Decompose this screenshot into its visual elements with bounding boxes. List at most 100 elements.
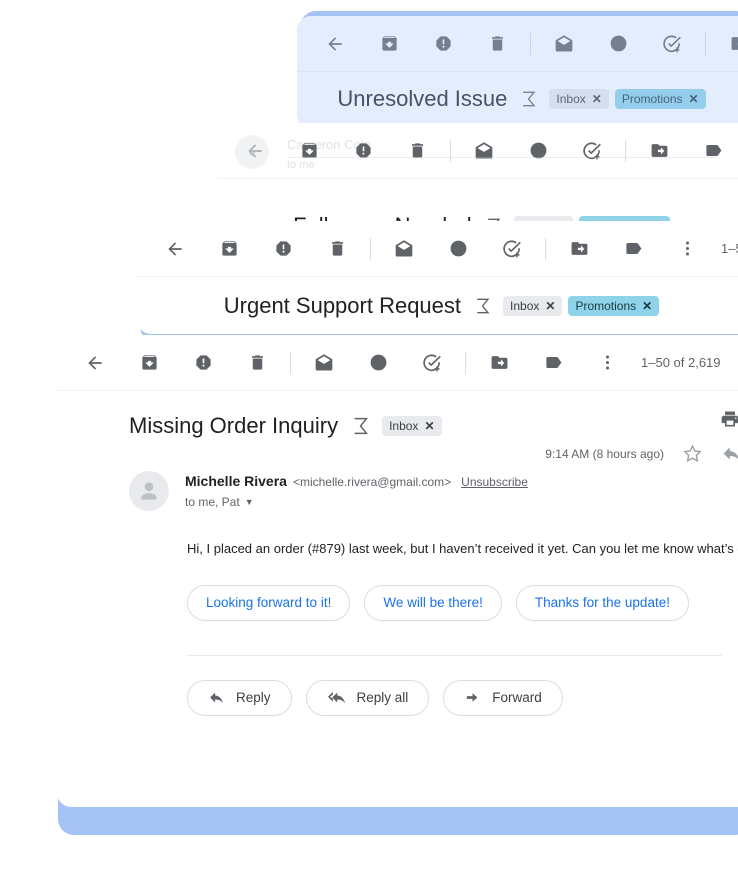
smart-reply-group: Looking forward to it! We will be there!…	[57, 559, 738, 621]
toolbar-divider	[530, 32, 531, 55]
chip-remove-icon[interactable]: ✕	[545, 299, 555, 313]
star-outline-icon[interactable]	[682, 443, 703, 464]
label-chip-inbox[interactable]: Inbox ✕	[549, 89, 609, 109]
unsubscribe-link[interactable]: Unsubscribe	[461, 475, 528, 489]
back-arrow-icon[interactable]	[155, 229, 195, 269]
ghost-divider	[287, 157, 717, 158]
forward-icon	[464, 689, 481, 706]
page-title: Urgent Support Request	[223, 293, 462, 318]
add-to-tasks-icon[interactable]	[652, 24, 692, 64]
snooze-icon[interactable]	[438, 229, 478, 269]
add-to-tasks-icon[interactable]	[492, 229, 532, 269]
toolbar: 1–50 of	[137, 221, 738, 277]
print-icon[interactable]	[720, 409, 738, 434]
reply-icon	[208, 689, 225, 706]
report-spam-icon[interactable]	[183, 343, 223, 383]
sigma-icon	[473, 296, 493, 316]
reply-all-button-label: Reply all	[356, 690, 409, 705]
subject-row: Urgent Support Request Inbox ✕ Promotion…	[137, 277, 738, 319]
label-chip-inbox[interactable]: Inbox ✕	[503, 296, 563, 316]
toolbar: 1–50 of 2,619	[57, 335, 738, 391]
chip-remove-icon[interactable]: ✕	[424, 419, 434, 433]
sender-email: <michelle.rivera@gmail.com>	[292, 475, 452, 489]
toolbar-divider	[705, 32, 706, 55]
forward-button[interactable]: Forward	[443, 679, 563, 716]
mark-unread-icon[interactable]	[544, 24, 584, 64]
email-card-missing-order-inquiry[interactable]: 1–50 of 2,619 Missing Order Inquiry Inbo…	[57, 335, 738, 807]
move-to-icon[interactable]	[719, 24, 738, 64]
back-arrow-icon[interactable]	[315, 24, 355, 64]
snooze-icon[interactable]	[518, 131, 558, 171]
snooze-icon[interactable]	[598, 24, 638, 64]
archive-icon[interactable]	[289, 131, 329, 171]
add-to-tasks-icon[interactable]	[412, 343, 452, 383]
report-spam-icon[interactable]	[423, 24, 463, 64]
add-to-tasks-icon[interactable]	[572, 131, 612, 171]
avatar	[129, 471, 169, 511]
archive-icon[interactable]	[209, 229, 249, 269]
previous-page-icon[interactable]	[735, 343, 738, 383]
toolbar-divider	[450, 139, 451, 162]
more-options-icon[interactable]	[587, 343, 627, 383]
pagination-label: 1–50 of 2,619	[641, 355, 721, 370]
chip-label: Inbox	[556, 92, 586, 106]
chevron-down-icon[interactable]: ▼	[245, 497, 254, 507]
reply-all-button[interactable]: Reply all	[305, 679, 430, 716]
reply-icon[interactable]	[721, 443, 738, 464]
label-chip-promotions[interactable]: Promotions ✕	[568, 296, 660, 316]
ghost-avatar: ●	[235, 135, 269, 169]
snooze-icon[interactable]	[358, 343, 398, 383]
toolbar-divider	[465, 351, 466, 374]
toolbar-divider	[625, 139, 626, 162]
report-spam-icon[interactable]	[343, 131, 383, 171]
labels-icon[interactable]	[613, 229, 653, 269]
recipients-label: to me, Pat	[185, 495, 240, 509]
smart-reply-button-1[interactable]: Looking forward to it!	[187, 584, 351, 621]
delete-icon[interactable]	[237, 343, 277, 383]
toolbar	[217, 123, 738, 179]
chip-label: Inbox	[389, 419, 419, 433]
labels-icon[interactable]	[693, 131, 733, 171]
forward-button-label: Forward	[492, 690, 542, 705]
back-arrow-icon[interactable]	[75, 343, 115, 383]
delete-icon[interactable]	[397, 131, 437, 171]
chip-label: Promotions	[575, 299, 637, 313]
action-button-group: Reply Reply all Forward	[57, 656, 738, 716]
chip-remove-icon[interactable]: ✕	[689, 92, 699, 106]
label-chip-inbox[interactable]: Inbox ✕	[382, 416, 442, 436]
delete-icon[interactable]	[317, 229, 357, 269]
reply-button[interactable]: Reply	[187, 679, 292, 716]
mark-unread-icon[interactable]	[304, 343, 344, 383]
sender-name: Michelle Rivera	[185, 473, 287, 489]
message-timestamp: 9:14 AM (8 hours ago)	[545, 446, 664, 461]
toolbar-divider	[545, 237, 546, 260]
chip-remove-icon[interactable]: ✕	[642, 299, 652, 313]
smart-reply-button-3[interactable]: Thanks for the update!	[515, 584, 689, 621]
chip-remove-icon[interactable]: ✕	[592, 92, 602, 106]
delete-icon[interactable]	[477, 24, 517, 64]
label-chip-promotions[interactable]: Promotions ✕	[614, 89, 706, 109]
chip-label: Promotions	[621, 92, 683, 106]
archive-icon[interactable]	[129, 343, 169, 383]
email-card-follow-up-needed[interactable]: Cameron Cole to me ● Follow-up Needed In…	[217, 123, 738, 233]
labels-icon[interactable]	[533, 343, 573, 383]
mark-unread-icon[interactable]	[464, 131, 504, 171]
mark-unread-icon[interactable]	[384, 229, 424, 269]
toolbar	[297, 16, 738, 72]
recipients-row[interactable]: to me, Pat ▼	[185, 495, 528, 509]
email-card-unresolved-issue[interactable]: Unresolved Issue Inbox ✕ Promotions ✕	[297, 16, 738, 129]
subject-row: Missing Order Inquiry Inbox ✕	[57, 391, 738, 439]
email-card-urgent-support-request[interactable]: 1–50 of Urgent Support Request Inbox ✕ P…	[137, 221, 738, 334]
sigma-icon	[350, 415, 372, 437]
report-spam-icon[interactable]	[263, 229, 303, 269]
page-title: Missing Order Inquiry	[129, 413, 339, 438]
message-header: Michelle Rivera <michelle.rivera@gmail.c…	[57, 439, 738, 511]
chip-label: Inbox	[510, 299, 540, 313]
smart-reply-button-2[interactable]: We will be there!	[364, 584, 502, 621]
archive-icon[interactable]	[369, 24, 409, 64]
email-stack-stage: Unresolved Issue Inbox ✕ Promotions ✕ Ca…	[0, 0, 738, 874]
more-options-icon[interactable]	[667, 229, 707, 269]
move-to-icon[interactable]	[479, 343, 519, 383]
move-to-icon[interactable]	[559, 229, 599, 269]
move-to-icon[interactable]	[639, 131, 679, 171]
